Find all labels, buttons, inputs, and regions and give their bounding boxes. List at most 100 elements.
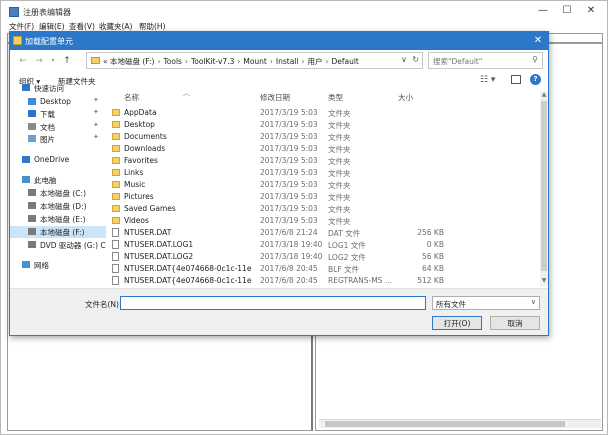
file-date: 2017/6/8 20:45 <box>260 264 318 273</box>
breadcrumb-item[interactable]: Install <box>276 57 299 66</box>
breadcrumb-separator-icon[interactable]: › <box>157 57 160 66</box>
scrollbar-thumb[interactable] <box>325 421 565 427</box>
file-date: 2017/6/8 21:24 <box>260 228 318 237</box>
nav-item[interactable]: 本地磁盘 (E:) <box>10 213 106 225</box>
table-row[interactable]: Downloads 2017/3/19 5:03 文件夹 <box>108 143 540 155</box>
file-icon <box>112 240 119 249</box>
view-options-icon[interactable]: ☷ ▾ <box>480 75 495 85</box>
forward-button[interactable]: → <box>34 55 44 67</box>
recent-locations-button[interactable]: ▾ <box>48 55 58 67</box>
filename-input[interactable] <box>120 296 426 310</box>
breadcrumb-item[interactable]: 用户 <box>307 57 322 66</box>
table-row[interactable]: Saved Games 2017/3/19 5:03 文件夹 <box>108 203 540 215</box>
breadcrumb-item[interactable]: Tools <box>163 57 181 66</box>
column-size[interactable]: 大小 <box>398 92 413 103</box>
navigation-bar: ← → ▾ ↑ « 本地磁盘 (F:) › Tools › ToolKit-v7.3 › M… <box>10 50 548 72</box>
nav-item[interactable]: 本地磁盘 (F:) <box>10 226 106 238</box>
breadcrumb-separator-icon[interactable]: › <box>185 57 188 66</box>
table-row[interactable]: Favorites 2017/3/19 5:03 文件夹 <box>108 155 540 167</box>
vertical-scrollbar[interactable]: ▲ ▼ <box>540 91 548 286</box>
breadcrumb-separator-icon[interactable]: › <box>325 57 328 66</box>
nav-item[interactable]: 下载 ✦ <box>10 108 106 120</box>
search-icon[interactable]: ⚲ <box>532 55 538 64</box>
folder-icon <box>112 157 120 164</box>
nav-item-label: OneDrive <box>34 155 70 164</box>
table-row[interactable]: NTUSER.DAT{4e074668-0c1c-11e7-a... 2017/6… <box>108 263 540 275</box>
file-type: REGTRANS-MS ... <box>328 276 392 285</box>
up-button[interactable]: ↑ <box>62 55 72 67</box>
dialog-close-button[interactable]: ✕ <box>532 34 544 47</box>
nav-item[interactable]: 本地磁盘 (C:) <box>10 187 106 199</box>
nav-item[interactable]: 快速访问 <box>10 82 106 94</box>
column-type[interactable]: 类型 <box>328 92 343 103</box>
pin-icon: ✦ <box>93 133 99 141</box>
preview-pane-icon[interactable] <box>511 75 521 84</box>
column-headers: 名称 ︿ 修改日期 类型 大小 <box>108 89 540 104</box>
help-icon[interactable]: ? <box>530 74 541 85</box>
nav-item[interactable]: 此电脑 <box>10 174 106 186</box>
search-box[interactable]: ⚲ <box>428 52 543 69</box>
table-row[interactable]: Pictures 2017/3/19 5:03 文件夹 <box>108 191 540 203</box>
breadcrumb-item[interactable]: Mount <box>243 57 267 66</box>
breadcrumb-separator-icon[interactable]: › <box>301 57 304 66</box>
filetype-select[interactable]: 所有文件 ∨ <box>432 296 540 310</box>
file-date: 2017/3/18 19:40 <box>260 252 323 261</box>
drive-icon <box>28 228 36 235</box>
breadcrumb-overflow[interactable]: « <box>103 57 108 66</box>
file-list: 名称 ︿ 修改日期 类型 大小 AppData 2017/3/19 5:03 文件夹… <box>108 89 548 287</box>
scrollbar-thumb[interactable] <box>541 101 547 271</box>
nav-item-label: 此电脑 <box>34 176 57 185</box>
table-row[interactable]: NTUSER.DAT 2017/6/8 21:24 DAT 文件 256 KB <box>108 227 540 239</box>
filename-label: 文件名(N): <box>85 300 122 309</box>
nav-item[interactable]: 网络 <box>10 259 106 271</box>
file-type: LOG2 文件 <box>328 253 366 262</box>
cancel-button[interactable]: 取消 <box>490 316 540 330</box>
breadcrumb-item[interactable]: ToolKit-v7.3 <box>191 57 234 66</box>
file-type: 文件夹 <box>328 121 351 130</box>
minimize-button[interactable]: — <box>535 4 551 18</box>
address-bar[interactable]: « 本地磁盘 (F:) › Tools › ToolKit-v7.3 › Mount › Ins… <box>86 52 423 69</box>
table-row[interactable]: Desktop 2017/3/19 5:03 文件夹 <box>108 119 540 131</box>
file-type: 文件夹 <box>328 109 351 118</box>
table-row[interactable]: Videos 2017/3/19 5:03 文件夹 <box>108 215 540 227</box>
table-row[interactable]: NTUSER.DAT.LOG1 2017/3/18 19:40 LOG1 文件 0 K… <box>108 239 540 251</box>
scroll-up-icon[interactable]: ▲ <box>540 91 548 99</box>
file-type: 文件夹 <box>328 193 351 202</box>
file-icon <box>112 228 119 237</box>
chevron-down-icon[interactable]: ∨ <box>401 55 407 64</box>
table-row[interactable]: Links 2017/3/19 5:03 文件夹 <box>108 167 540 179</box>
back-button[interactable]: ← <box>18 55 28 67</box>
folder-icon <box>112 205 120 212</box>
nav-item[interactable]: Desktop ✦ <box>10 96 106 108</box>
nav-item[interactable]: 图片 ✦ <box>10 133 106 145</box>
file-name: Links <box>124 168 144 177</box>
table-row[interactable]: Documents 2017/3/19 5:03 文件夹 <box>108 131 540 143</box>
file-type: 文件夹 <box>328 205 351 214</box>
open-button[interactable]: 打开(O) <box>432 316 482 330</box>
nav-item[interactable]: OneDrive <box>10 154 106 166</box>
maximize-button[interactable]: ☐ <box>559 4 575 18</box>
refresh-icon[interactable]: ↻ <box>412 55 419 64</box>
table-row[interactable]: NTUSER.DAT{4e074668-0c1c-11e7-a... 2017/6… <box>108 275 540 287</box>
file-name: AppData <box>124 108 157 117</box>
file-name: Music <box>124 180 146 189</box>
breadcrumb-separator-icon[interactable]: › <box>237 57 240 66</box>
nav-item[interactable]: 文档 ✦ <box>10 121 106 133</box>
breadcrumb-item[interactable]: Default <box>331 57 358 66</box>
nav-item[interactable]: 本地磁盘 (D:) <box>10 200 106 212</box>
column-date[interactable]: 修改日期 <box>260 92 290 103</box>
breadcrumb-separator-icon[interactable]: › <box>270 57 273 66</box>
table-row[interactable]: AppData 2017/3/19 5:03 文件夹 <box>108 107 540 119</box>
breadcrumb-item[interactable]: 本地磁盘 (F:) <box>110 57 155 66</box>
table-row[interactable]: Music 2017/3/19 5:03 文件夹 <box>108 179 540 191</box>
nav-item[interactable]: DVD 驱动器 (G:) C <box>10 239 106 251</box>
nav-item-label: 本地磁盘 (C:) <box>40 189 86 198</box>
column-name[interactable]: 名称 <box>124 92 139 103</box>
close-button[interactable]: ✕ <box>583 4 599 18</box>
file-type: 文件夹 <box>328 145 351 154</box>
registry-horizontal-scrollbar[interactable] <box>319 419 601 428</box>
scroll-down-icon[interactable]: ▼ <box>540 277 548 285</box>
search-input[interactable] <box>433 55 528 67</box>
folder-icon <box>112 169 120 176</box>
table-row[interactable]: NTUSER.DAT.LOG2 2017/3/18 19:40 LOG2 文件 56 … <box>108 251 540 263</box>
